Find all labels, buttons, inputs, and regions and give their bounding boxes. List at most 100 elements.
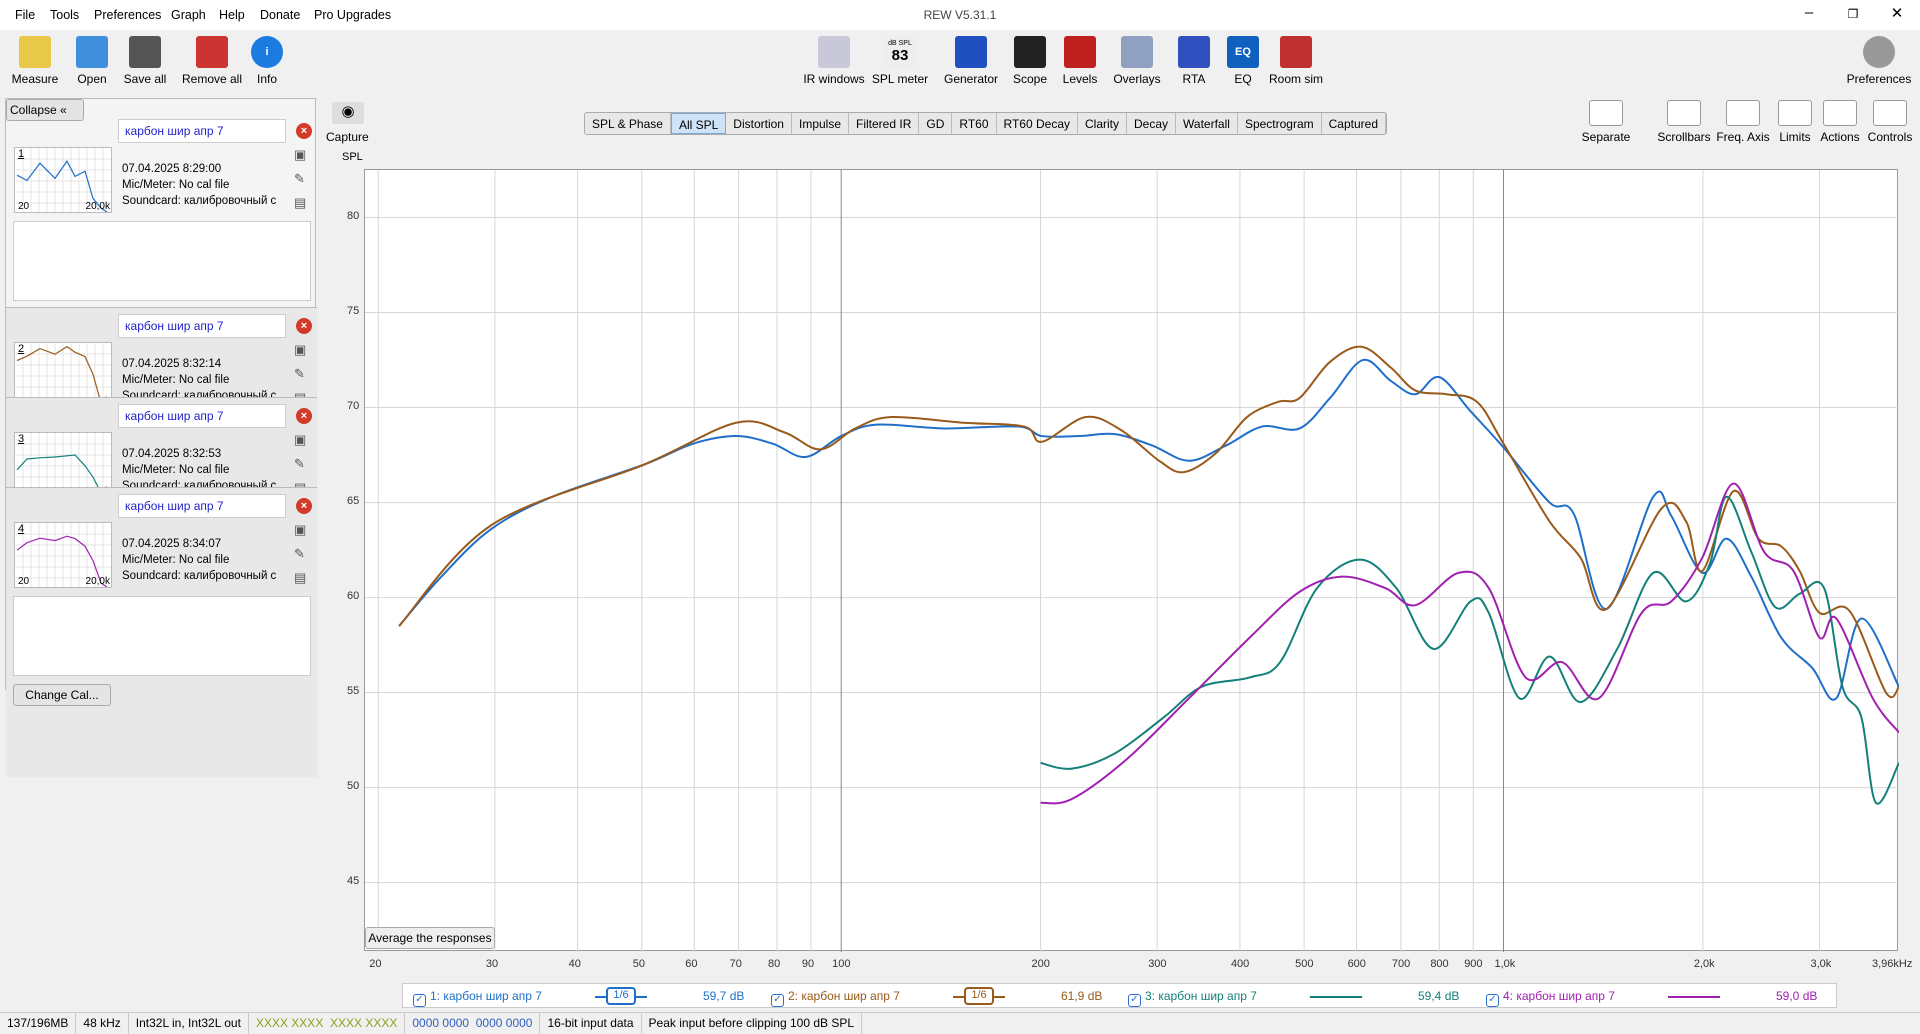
tab-captured[interactable]: Captured	[1322, 113, 1387, 134]
preferences-button[interactable]: Preferences	[1841, 36, 1917, 86]
save-measurement-icon[interactable]: ▣	[294, 432, 310, 448]
legend-label: 3: карбон шир апр 7	[1145, 989, 1257, 1003]
series-line-1	[398, 358, 1899, 701]
x-tick-label: 40	[568, 958, 581, 970]
tab-gd[interactable]: GD	[919, 113, 953, 134]
delete-measurement-icon[interactable]: ×	[296, 318, 312, 334]
delete-measurement-icon[interactable]: ×	[296, 408, 312, 424]
edit-notes-icon[interactable]: ✎	[294, 171, 310, 187]
smoothing-button[interactable]: 1/6	[964, 987, 994, 1005]
tab-spl-phase[interactable]: SPL & Phase	[585, 113, 671, 134]
menu-help[interactable]: Help	[219, 8, 245, 22]
save-all-button[interactable]: Save all	[110, 36, 180, 86]
tool-label: IR windows	[803, 72, 865, 86]
measurement-name-field[interactable]: карбон шир апр 7	[118, 119, 286, 143]
delete-measurement-icon[interactable]: ×	[296, 123, 312, 139]
tab-clarity[interactable]: Clarity	[1078, 113, 1128, 134]
status-field: 0000 0000 0000 0000	[405, 1013, 541, 1034]
thumb-low-label: 20	[18, 576, 30, 587]
measurement-name-field[interactable]: карбон шир апр 7	[118, 314, 286, 338]
measurement-item[interactable]: карбон шир апр 7 × 4 20 20,0k 07.04.2025 8:34…	[6, 487, 317, 777]
separate-button[interactable]: Separate	[1571, 100, 1641, 144]
legend-item[interactable]: ✓ 3: карбон шир апр 7	[1128, 989, 1257, 1007]
measurement-name-field[interactable]: карбон шир апр 7	[118, 404, 286, 428]
edit-notes-icon[interactable]: ✎	[294, 366, 310, 382]
measurement-item[interactable]: карбон шир апр 7×32020,0k07.04.2025 8:32…	[6, 397, 317, 498]
y-tick-label: 80	[347, 209, 360, 222]
info-sheet-icon[interactable]: ▤	[294, 570, 310, 586]
menu-preferences[interactable]: Preferences	[94, 8, 161, 22]
x-tick-label: 80	[767, 958, 781, 970]
restore-button[interactable]: ❐	[1838, 7, 1868, 21]
status-field: 137/196MB	[0, 1013, 77, 1034]
average-responses-button[interactable]: Average the responses	[365, 927, 495, 949]
visibility-checkbox[interactable]: ✓	[771, 994, 784, 1007]
measurement-number: 4	[18, 523, 25, 535]
edit-notes-icon[interactable]: ✎	[294, 546, 310, 562]
measurement-date: 07.04.2025 8:32:53	[122, 448, 222, 460]
measurement-notes[interactable]	[13, 596, 311, 676]
tool-label: Preferences	[1846, 72, 1912, 86]
x-tick-label: 60	[685, 958, 698, 970]
info-button[interactable]: i Info	[232, 36, 302, 86]
tab-impulse[interactable]: Impulse	[792, 113, 850, 134]
close-button[interactable]: ✕	[1882, 4, 1912, 22]
delete-measurement-icon[interactable]: ×	[296, 498, 312, 514]
edit-notes-icon[interactable]: ✎	[294, 456, 310, 472]
x-tick-label: 1,0k	[1494, 958, 1516, 970]
measurement-notes[interactable]	[13, 221, 311, 301]
tab-decay[interactable]: Decay	[1127, 113, 1177, 134]
x-tick-label: 400	[1230, 958, 1250, 970]
menu-file[interactable]: File	[15, 8, 35, 22]
thumb-high-label: 20,0k	[85, 576, 110, 587]
save-measurement-icon[interactable]: ▣	[294, 522, 310, 538]
change-cal-button[interactable]: Change Cal...	[13, 684, 111, 706]
x-tick-label: 700	[1391, 958, 1411, 970]
spl-meter-button[interactable]: dB SPL 83 SPL meter	[865, 36, 935, 86]
menu-pro-upgrades[interactable]: Pro Upgrades	[314, 8, 391, 22]
visibility-checkbox[interactable]: ✓	[413, 994, 426, 1007]
controls-button[interactable]: Controls	[1855, 100, 1920, 144]
levels-icon	[1064, 36, 1096, 68]
tab-distortion[interactable]: Distortion	[726, 113, 792, 134]
status-field: Int32L in, Int32L out	[129, 1013, 249, 1034]
smoothing-button[interactable]: 1/6	[606, 987, 636, 1005]
menu-tools[interactable]: Tools	[50, 8, 79, 22]
measure-icon	[19, 36, 51, 68]
info-sheet-icon[interactable]: ▤	[294, 195, 310, 211]
eq-icon: EQ	[1227, 36, 1259, 68]
spl-graph[interactable]: Average the responses	[364, 169, 1899, 952]
tab-waterfall[interactable]: Waterfall	[1176, 113, 1238, 134]
camera-icon[interactable]: ◉	[332, 102, 364, 124]
measurement-mic: Mic/Meter: No cal file	[122, 464, 230, 476]
legend-item[interactable]: ✓ 4: карбон шир апр 7	[1486, 989, 1615, 1007]
measurement-date: 07.04.2025 8:34:07	[122, 538, 222, 550]
x-tick-label: 500	[1295, 958, 1314, 970]
measurement-thumbnail[interactable]: 1 20 20,0k	[14, 147, 112, 213]
capture-button[interactable]: Capture	[326, 130, 369, 144]
legend-line-swatch	[1310, 996, 1362, 998]
legend-item[interactable]: ✓ 2: карбон шир апр 7	[771, 989, 900, 1007]
ir-windows-button[interactable]: IR windows	[799, 36, 869, 86]
tab-filtered-ir[interactable]: Filtered IR	[849, 113, 920, 134]
ir-windows-icon	[818, 36, 850, 68]
tab-all-spl[interactable]: All SPL	[670, 113, 727, 134]
room-sim-button[interactable]: Room sim	[1261, 36, 1331, 86]
tab-rt60[interactable]: RT60	[952, 113, 997, 134]
tab-spectrogram[interactable]: Spectrogram	[1238, 113, 1322, 134]
measurement-name-field[interactable]: карбон шир апр 7	[118, 494, 286, 518]
minimize-button[interactable]: –	[1794, 4, 1824, 21]
legend-item[interactable]: ✓ 1: карбон шир апр 7	[413, 989, 542, 1007]
tab-rt60-decay[interactable]: RT60 Decay	[997, 113, 1078, 134]
separate-icon	[1589, 100, 1623, 126]
visibility-checkbox[interactable]: ✓	[1128, 994, 1141, 1007]
measurement-item[interactable]: карбон шир апр 7×22020,0k07.04.2025 8:32…	[6, 307, 317, 408]
visibility-checkbox[interactable]: ✓	[1486, 994, 1499, 1007]
save-measurement-icon[interactable]: ▣	[294, 147, 310, 163]
save-measurement-icon[interactable]: ▣	[294, 342, 310, 358]
menu-graph[interactable]: Graph	[171, 8, 206, 22]
measurement-thumbnail[interactable]: 4 20 20,0k	[14, 522, 112, 588]
scrollbars-icon	[1667, 100, 1701, 126]
menu-donate[interactable]: Donate	[260, 8, 300, 22]
status-bar: 137/196MB 48 kHz Int32L in, Int32L out XXXX…	[0, 1012, 1920, 1034]
